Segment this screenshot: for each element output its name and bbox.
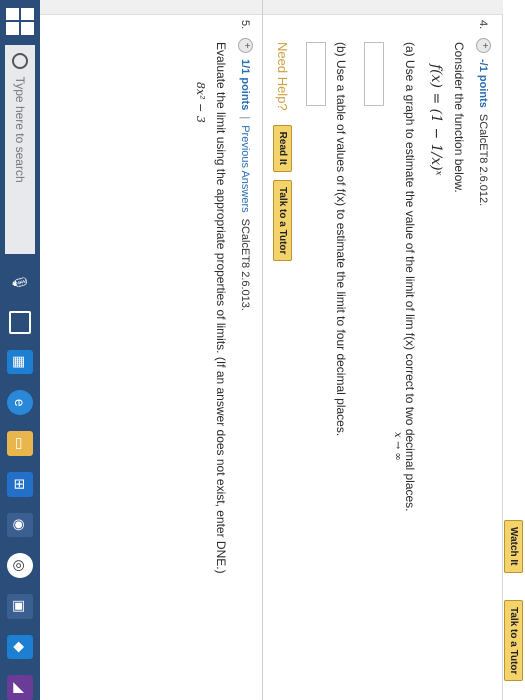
file-explorer-icon[interactable]: ▭ <box>7 431 33 456</box>
app-icon-3[interactable]: ◢ <box>7 675 33 700</box>
question-number: 4. <box>477 20 490 30</box>
function-formula: f(x) = (1 − 1/x)ˣ <box>428 64 444 176</box>
question-4: 4. + -/1 points SCalcET8 2.6.012. Consid… <box>272 20 491 700</box>
part-b-text: (b) Use a table of values of f(x) to est… <box>334 42 348 437</box>
previous-answers-link[interactable]: Previous Answers <box>240 125 252 212</box>
task-view-icon[interactable] <box>9 310 31 334</box>
camera-icon[interactable]: ◉ <box>7 512 33 538</box>
part-b-answer-input[interactable] <box>306 42 326 106</box>
taskbar: Type here to search 🎙 ▦ e ▭ ⊞ ◉ ◎ ▣ ◆ ◢ <box>0 0 40 700</box>
part-a-answer-input[interactable] <box>364 42 384 106</box>
problem-code: SCalcET8 2.6.013. <box>239 218 252 311</box>
question-number: 5. <box>239 20 252 30</box>
app-icon[interactable]: ▣ <box>7 593 33 619</box>
talk-to-tutor-button-top[interactable]: Talk to a Tutor <box>504 600 523 682</box>
windows-start-icon[interactable] <box>6 8 34 35</box>
taskbar-search-input[interactable]: Type here to search <box>5 44 35 254</box>
question-divider <box>262 0 263 700</box>
watch-it-button[interactable]: Watch It <box>504 520 523 573</box>
read-it-button[interactable]: Read It <box>272 124 292 172</box>
app-icon-2[interactable]: ◆ <box>7 634 33 660</box>
edge-browser-icon[interactable]: e <box>7 390 33 416</box>
talk-to-tutor-button[interactable]: Talk to a Tutor <box>272 180 292 262</box>
top-strip: Watch It Talk to a Tutor <box>502 0 525 700</box>
points-label: -/1 points <box>477 59 490 108</box>
left-gutter <box>3 0 503 15</box>
question-5: 5. + 1/1 points | Previous Answers SCalc… <box>186 20 253 700</box>
question-instruction: Evaluate the limit using the appropriate… <box>214 42 228 574</box>
expand-plus-icon[interactable]: + <box>238 38 253 53</box>
microphone-icon[interactable]: 🎙 <box>7 270 33 295</box>
question-intro: Consider the function below. <box>452 42 466 193</box>
expand-plus-icon[interactable]: + <box>476 38 491 53</box>
cortana-ring-icon <box>12 52 28 69</box>
points-label: 1/1 points <box>239 59 252 111</box>
store-icon[interactable]: ⊞ <box>7 471 33 497</box>
search-placeholder: Type here to search <box>13 76 27 183</box>
chrome-browser-icon[interactable]: ◎ <box>7 553 33 578</box>
need-help-label: Need Help? <box>275 42 290 111</box>
limit-expression-fragment: 8x² − 3 <box>194 82 207 123</box>
app-tile-icon[interactable]: ▦ <box>7 349 33 375</box>
problem-code: SCalcET8 2.6.012. <box>477 113 490 207</box>
screen: Watch It Talk to a Tutor 4. + -/1 points… <box>0 0 525 700</box>
